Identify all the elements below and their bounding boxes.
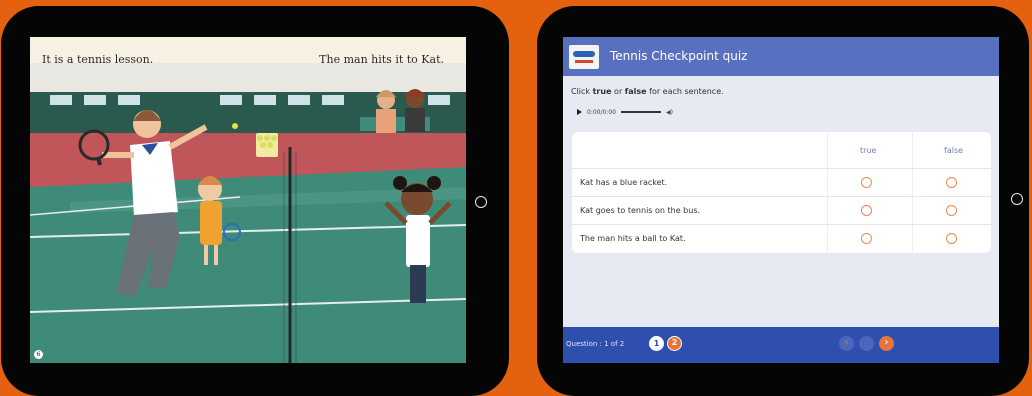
quiz-header: Tennis Checkpoint quiz xyxy=(563,37,999,76)
volume-icon[interactable]: ◀) xyxy=(666,109,673,116)
instruction-false: false xyxy=(624,87,647,96)
table-row: The man hits a ball to Kat. xyxy=(572,224,991,253)
column-header-false: false xyxy=(944,146,964,155)
instruction-text: Click true or false for each sentence. xyxy=(571,87,724,96)
radio-true[interactable] xyxy=(861,233,872,244)
nav-dot xyxy=(859,336,874,351)
instruction-suffix: for each sentence. xyxy=(646,87,724,96)
audio-progress-bar[interactable] xyxy=(620,111,661,113)
sentence-text: Kat has a blue racket. xyxy=(580,178,668,187)
book-page: It is a tennis lesson. The man hits it t… xyxy=(30,37,466,363)
tennis-illustration xyxy=(30,63,466,363)
table-row: Kat has a blue racket. xyxy=(572,168,991,197)
home-button-icon[interactable] xyxy=(1011,193,1023,205)
quiz-footer: Question : 1 of 2 1 2 ‹ › xyxy=(563,327,999,363)
radio-false[interactable] xyxy=(946,233,957,244)
home-button-icon[interactable] xyxy=(475,196,487,208)
play-icon[interactable] xyxy=(577,109,582,115)
prev-icon[interactable]: ‹ xyxy=(839,336,854,351)
audio-player[interactable]: 0:00/0:00 ◀) xyxy=(577,107,697,117)
instruction-true: true xyxy=(592,87,612,96)
radio-true[interactable] xyxy=(861,205,872,216)
question-dot-2[interactable]: 2 xyxy=(667,336,682,351)
radio-false[interactable] xyxy=(946,177,957,188)
question-counter: Question : 1 of 2 xyxy=(566,340,625,348)
instruction-prefix: Click xyxy=(571,87,593,96)
column-header-true: true xyxy=(860,146,877,155)
table-row: Kat goes to tennis on the bus. xyxy=(572,196,991,225)
quiz-title: Tennis Checkpoint quiz xyxy=(610,49,748,63)
logo xyxy=(569,45,599,69)
answer-table: true false Kat has a blue racket. Kat go… xyxy=(572,132,991,253)
question-dot-1[interactable]: 1 xyxy=(649,336,664,351)
page-number: 6 xyxy=(34,350,43,359)
instruction-mid: or xyxy=(611,87,625,96)
caption-left: It is a tennis lesson. xyxy=(42,53,154,66)
sentence-text: Kat goes to tennis on the bus. xyxy=(580,206,701,215)
quiz-screen: Tennis Checkpoint quiz Click true or fal… xyxy=(563,37,999,363)
radio-true[interactable] xyxy=(861,177,872,188)
sentence-text: The man hits a ball to Kat. xyxy=(580,234,686,243)
next-icon[interactable]: › xyxy=(879,336,894,351)
audio-time: 0:00/0:00 xyxy=(587,108,616,116)
caption-right: The man hits it to Kat. xyxy=(319,53,444,66)
radio-false[interactable] xyxy=(946,205,957,216)
